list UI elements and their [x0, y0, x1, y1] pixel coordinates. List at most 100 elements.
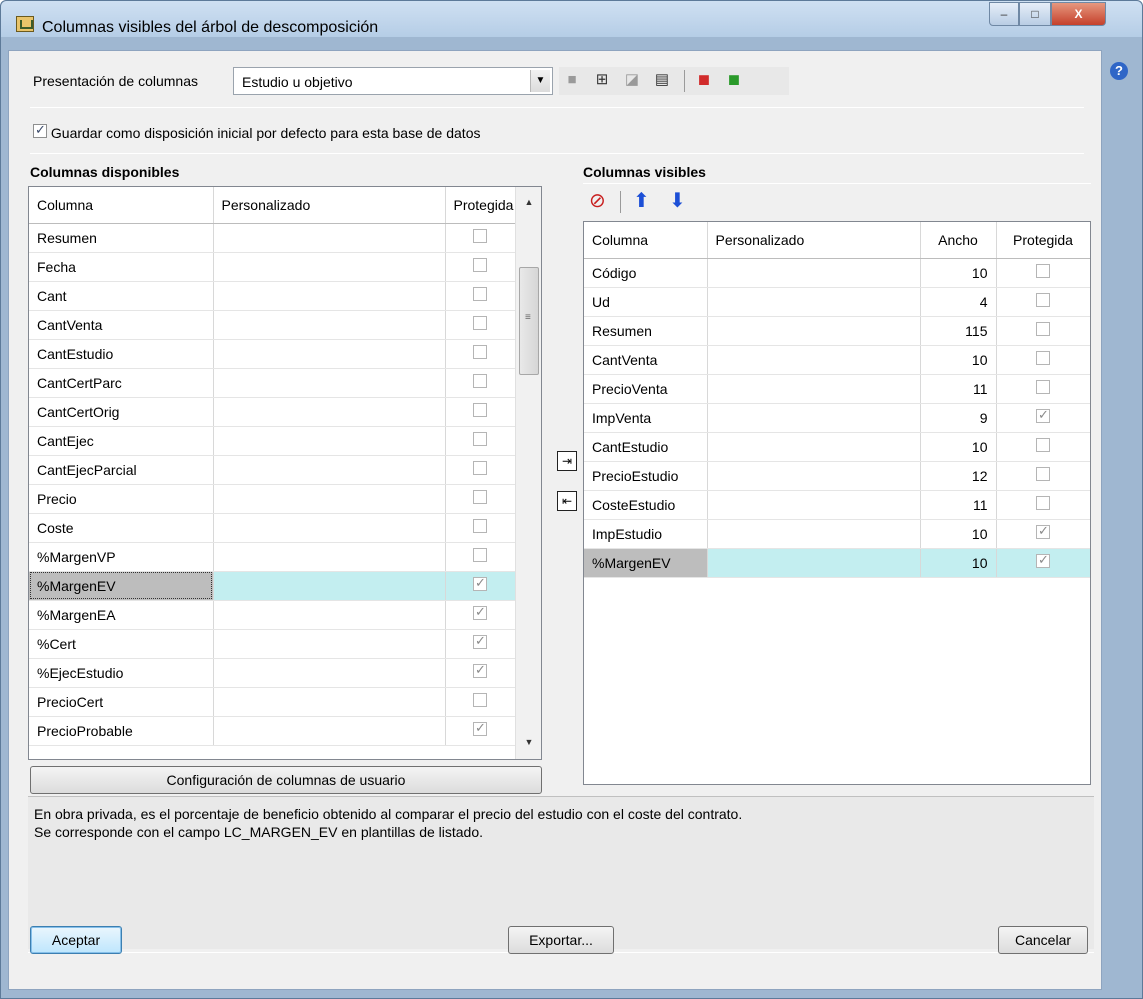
table-row[interactable]: Cant: [29, 281, 516, 311]
column-name-cell[interactable]: Resumen: [584, 316, 708, 346]
table-row[interactable]: %Cert: [29, 629, 516, 659]
table-row[interactable]: Resumen: [29, 223, 516, 253]
scroll-up-icon[interactable]: ▲: [521, 197, 537, 213]
column-name-cell[interactable]: %MargenEA: [29, 600, 214, 630]
protected-checkbox[interactable]: [473, 229, 487, 243]
protected-checkbox[interactable]: [473, 316, 487, 330]
protected-cell[interactable]: [445, 658, 516, 688]
column-name-cell[interactable]: Ud: [584, 287, 708, 317]
protected-cell[interactable]: [445, 716, 516, 746]
custom-cell[interactable]: [213, 310, 446, 340]
custom-cell[interactable]: [213, 281, 446, 311]
column-name-cell[interactable]: Resumen: [29, 223, 214, 253]
default-layout-checkbox[interactable]: Guardar como disposición inicial por def…: [33, 122, 480, 141]
table-row[interactable]: PrecioEstudio 12: [584, 461, 1090, 491]
protected-cell[interactable]: [445, 397, 516, 427]
column-name-cell[interactable]: %MargenEV: [29, 571, 214, 601]
table-row[interactable]: %MargenEA: [29, 600, 516, 630]
protected-cell[interactable]: [996, 548, 1090, 578]
custom-cell[interactable]: [213, 571, 446, 601]
table-row[interactable]: Coste: [29, 513, 516, 543]
protected-cell[interactable]: [445, 571, 516, 601]
minimize-button[interactable]: –: [989, 2, 1019, 26]
width-cell[interactable]: 4: [920, 287, 997, 317]
protected-checkbox[interactable]: [473, 461, 487, 475]
protected-header[interactable]: Protegida: [996, 222, 1090, 259]
table-row[interactable]: Código 10: [584, 258, 1090, 288]
width-cell[interactable]: 10: [920, 432, 997, 462]
column-name-cell[interactable]: PrecioProbable: [29, 716, 214, 746]
custom-cell[interactable]: [707, 287, 921, 317]
width-cell[interactable]: 10: [920, 548, 997, 578]
protected-checkbox[interactable]: [473, 693, 487, 707]
table-row[interactable]: CantVenta 10: [584, 345, 1090, 375]
width-header[interactable]: Ancho: [920, 222, 997, 259]
protected-cell[interactable]: [996, 490, 1090, 520]
width-cell[interactable]: 11: [920, 490, 997, 520]
custom-cell[interactable]: [707, 258, 921, 288]
column-name-cell[interactable]: PrecioCert: [29, 687, 214, 717]
protected-header[interactable]: Protegida: [445, 187, 516, 224]
protected-checkbox[interactable]: [473, 633, 487, 649]
table-row[interactable]: %EjecEstudio: [29, 658, 516, 688]
protected-cell[interactable]: [445, 542, 516, 572]
custom-cell[interactable]: [213, 223, 446, 253]
column-name-cell[interactable]: CantEjecParcial: [29, 455, 214, 485]
protected-cell[interactable]: [445, 426, 516, 456]
presentation-select[interactable]: Estudio u objetivo ▼: [233, 67, 553, 95]
width-cell[interactable]: 9: [920, 403, 997, 433]
custom-cell[interactable]: [707, 374, 921, 404]
scroll-down-icon[interactable]: ▼: [521, 737, 537, 753]
protected-checkbox[interactable]: [1036, 293, 1050, 307]
table-row[interactable]: CantCertParc: [29, 368, 516, 398]
column-name-cell[interactable]: Coste: [29, 513, 214, 543]
column-name-cell[interactable]: PrecioVenta: [584, 374, 708, 404]
custom-cell[interactable]: [213, 368, 446, 398]
protected-checkbox[interactable]: [1036, 264, 1050, 278]
column-name-cell[interactable]: %Cert: [29, 629, 214, 659]
import-icon[interactable]: ◼: [694, 70, 714, 90]
protected-cell[interactable]: [996, 432, 1090, 462]
table-row[interactable]: %MargenVP: [29, 542, 516, 572]
table-row[interactable]: PrecioCert: [29, 687, 516, 717]
column-name-cell[interactable]: CantCertParc: [29, 368, 214, 398]
custom-cell[interactable]: [707, 461, 921, 491]
export-icon[interactable]: ◼: [724, 70, 744, 90]
protected-checkbox[interactable]: [473, 403, 487, 417]
protected-checkbox[interactable]: [1036, 523, 1050, 539]
protected-cell[interactable]: [996, 345, 1090, 375]
table-row[interactable]: Resumen 115: [584, 316, 1090, 346]
column-header[interactable]: Columna: [584, 222, 708, 259]
table-row[interactable]: PrecioProbable: [29, 716, 516, 746]
column-name-cell[interactable]: Fecha: [29, 252, 214, 282]
protected-checkbox[interactable]: [473, 662, 487, 678]
help-icon[interactable]: ?: [1110, 62, 1128, 80]
protected-cell[interactable]: [445, 600, 516, 630]
protected-checkbox[interactable]: [1036, 496, 1050, 510]
export-button[interactable]: Exportar...: [508, 926, 614, 954]
custom-cell[interactable]: [213, 426, 446, 456]
column-name-cell[interactable]: CantEstudio: [584, 432, 708, 462]
protected-checkbox[interactable]: [1036, 467, 1050, 481]
column-name-cell[interactable]: CantEjec: [29, 426, 214, 456]
user-columns-config-button[interactable]: Configuración de columnas de usuario: [30, 766, 542, 794]
table-row[interactable]: ImpEstudio 10: [584, 519, 1090, 549]
width-cell[interactable]: 11: [920, 374, 997, 404]
custom-cell[interactable]: [213, 542, 446, 572]
protected-checkbox[interactable]: [473, 604, 487, 620]
custom-cell[interactable]: [213, 658, 446, 688]
protected-cell[interactable]: [445, 455, 516, 485]
custom-cell[interactable]: [213, 687, 446, 717]
protected-checkbox[interactable]: [473, 287, 487, 301]
close-button[interactable]: X: [1051, 2, 1106, 26]
column-name-cell[interactable]: Código: [584, 258, 708, 288]
table-row[interactable]: CantVenta: [29, 310, 516, 340]
table-row[interactable]: Fecha: [29, 252, 516, 282]
custom-cell[interactable]: [213, 455, 446, 485]
custom-cell[interactable]: [213, 629, 446, 659]
protected-checkbox[interactable]: [473, 258, 487, 272]
protected-cell[interactable]: [445, 629, 516, 659]
protected-cell[interactable]: [445, 368, 516, 398]
column-name-cell[interactable]: CantCertOrig: [29, 397, 214, 427]
protected-checkbox[interactable]: [1036, 322, 1050, 336]
